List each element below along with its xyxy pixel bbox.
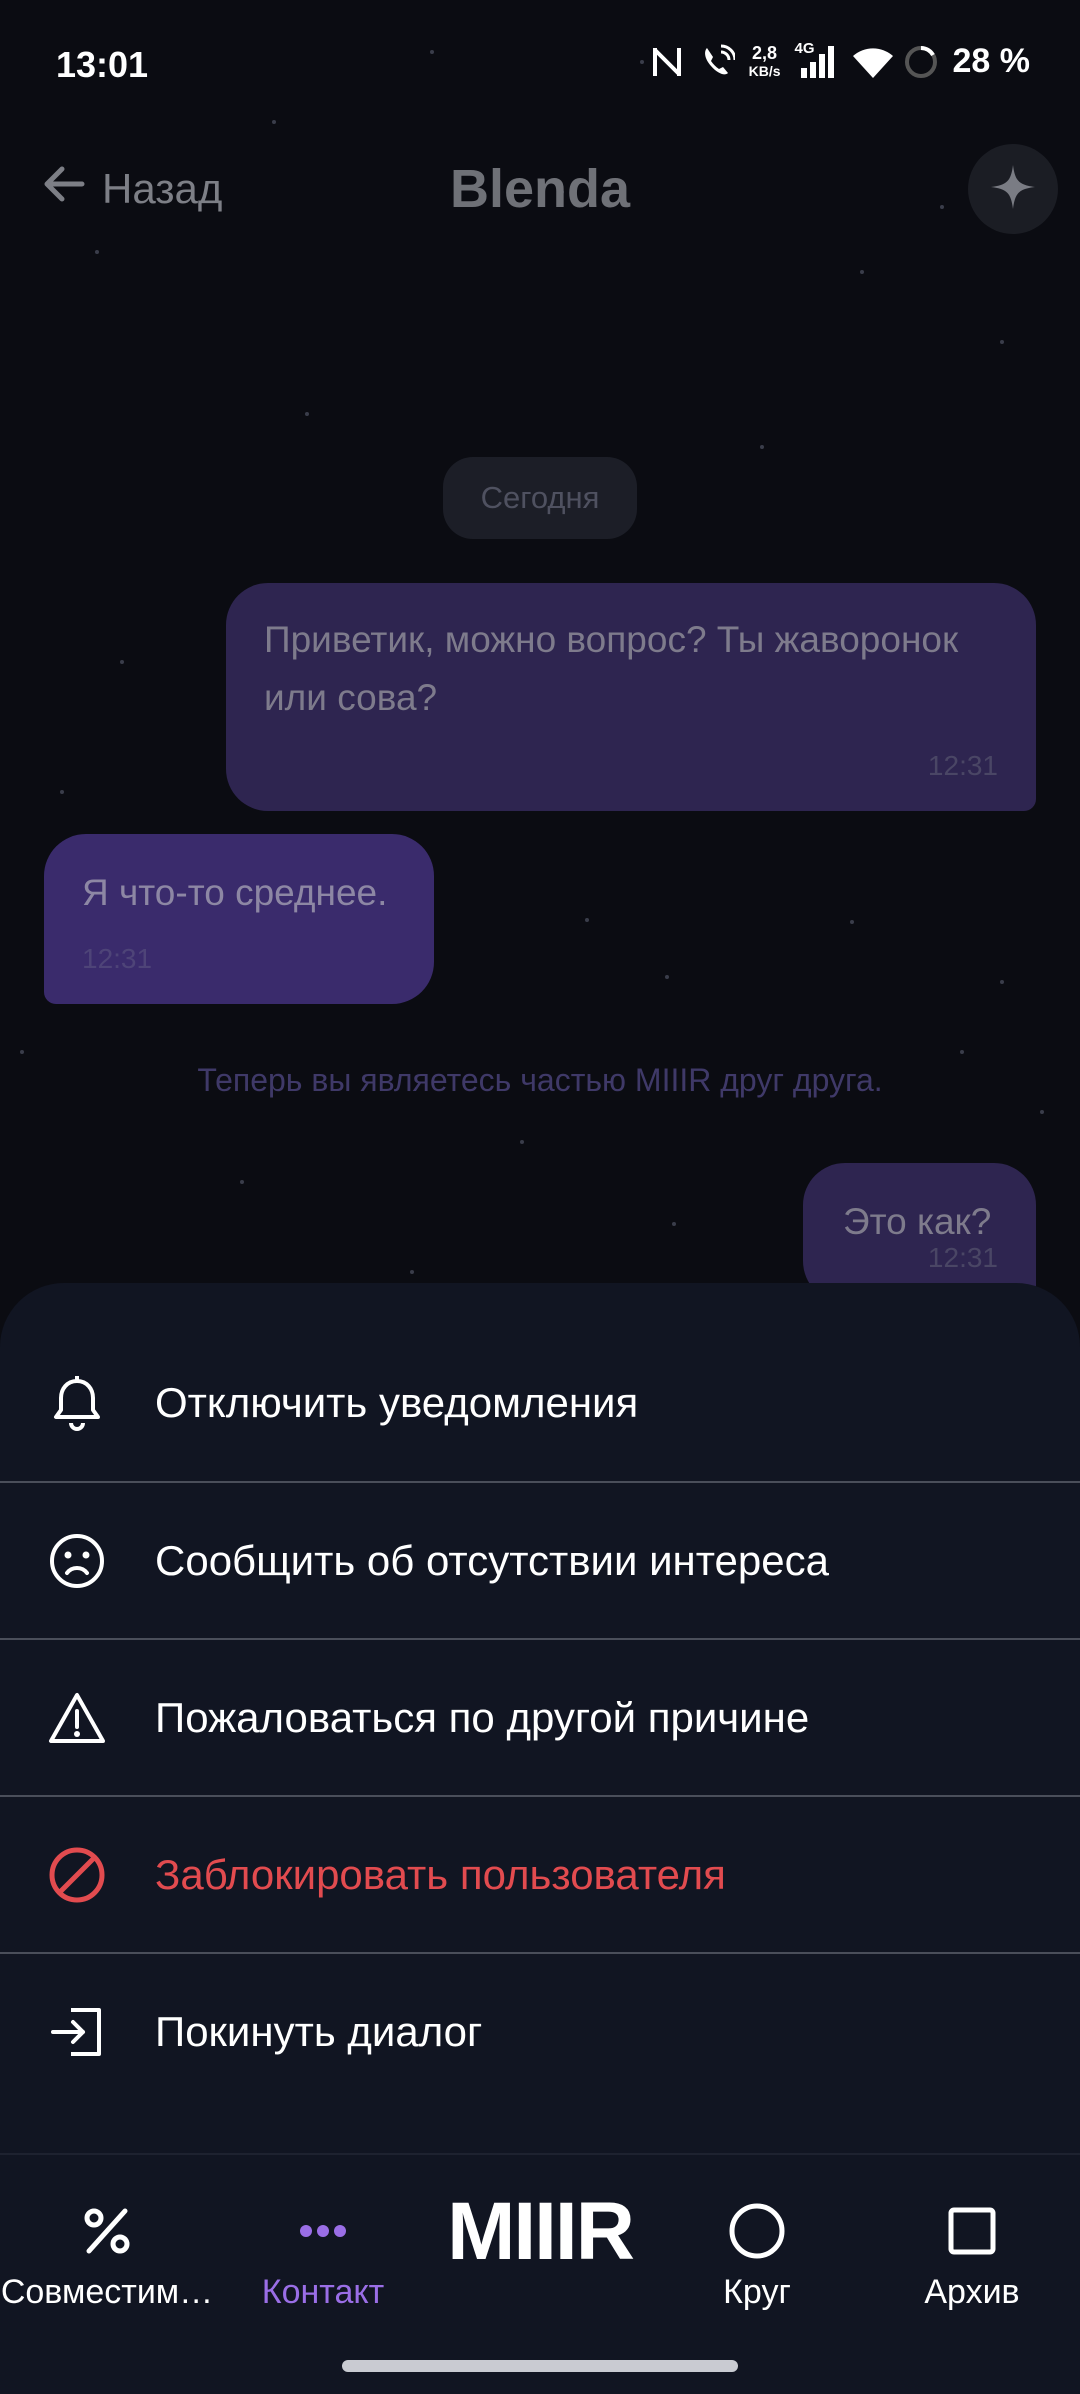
leave-dialog-item[interactable]: Покинуть диалог — [0, 1954, 1080, 2110]
message-time: 12:31 — [82, 943, 153, 974]
nav-circle[interactable]: Круг — [657, 2195, 857, 2325]
system-note: Теперь вы являетесь частью MIIIR друг др… — [197, 1062, 883, 1098]
net-speed-unit: KB/s — [748, 62, 781, 79]
warning-icon — [46, 1687, 108, 1749]
bell-icon — [46, 1372, 108, 1434]
message-time: 12:31 — [927, 750, 998, 781]
block-icon — [46, 1844, 108, 1906]
battery-ring-icon — [903, 44, 939, 80]
nav-contact[interactable]: Контакт — [223, 2195, 423, 2325]
status-icons: 2,8 KB/s 4G 28 % — [649, 40, 1031, 81]
action-sheet: Отключить уведомления Сообщить об отсутс… — [0, 1283, 1080, 2153]
battery-percent: 28 % — [952, 42, 1031, 80]
date-chip: Сегодня — [443, 457, 637, 539]
chat-title: Blenda — [449, 159, 631, 219]
sad-face-icon — [46, 1530, 108, 1592]
nav-label: Совместим… — [0, 2273, 214, 2311]
status-bar: 13:01 2,8 KB/s 4G 28 % — [0, 0, 1080, 130]
message-bubble-outgoing[interactable]: Приветик, можно вопрос? Ты жаворонок или… — [226, 583, 1036, 811]
miiir-logo[interactable]: MIIIR — [400, 2185, 680, 2279]
exit-icon — [46, 2001, 108, 2063]
nav-archive[interactable]: Архив — [872, 2195, 1072, 2325]
signal-icon: 4G — [795, 40, 839, 80]
message-time: 12:31 — [927, 1242, 998, 1273]
chat-header: Назад Blenda — [0, 130, 1080, 250]
bottom-nav: Совместим… Контакт MIIIR Круг Архив — [0, 2153, 1080, 2394]
nav-label: Контакт — [261, 2273, 385, 2311]
circle-icon — [728, 2195, 786, 2267]
message-text: Я что-то среднее. — [82, 872, 388, 913]
report-other-item[interactable]: Пожаловаться по другой причине — [0, 1640, 1080, 1796]
percent-icon — [81, 2195, 133, 2267]
nav-compatibility[interactable]: Совместим… — [1, 2195, 213, 2325]
nfc-icon — [649, 44, 685, 80]
sheet-item-label: Покинуть диалог — [155, 2008, 483, 2055]
dots-icon — [299, 2195, 347, 2267]
wifi-call-icon — [699, 44, 737, 80]
mute-notifications-item[interactable]: Отключить уведомления — [0, 1325, 1080, 1481]
block-user-item[interactable]: Заблокировать пользователя — [0, 1797, 1080, 1953]
message-bubble-incoming[interactable]: Я что-то среднее. 12:31 — [44, 834, 434, 1004]
net-speed: 2,8 KB/s — [749, 44, 781, 80]
sparkle-icon — [989, 163, 1037, 216]
sheet-item-label: Заблокировать пользователя — [155, 1851, 726, 1898]
message-bubble-outgoing[interactable]: Это как? 12:31 — [803, 1163, 1036, 1303]
message-text: Приветик, можно вопрос? Ты жаворонок или… — [264, 619, 959, 718]
sheet-item-label: Пожаловаться по другой причине — [155, 1694, 810, 1741]
nav-label: Архив — [924, 2273, 1020, 2311]
nav-label: Круг — [723, 2273, 791, 2311]
home-indicator[interactable] — [342, 2360, 738, 2372]
status-time: 13:01 — [56, 44, 149, 85]
sheet-item-label: Отключить уведомления — [155, 1379, 639, 1426]
sparkle-button[interactable] — [968, 144, 1058, 234]
wifi-icon — [852, 44, 893, 80]
square-icon — [948, 2195, 996, 2267]
report-no-interest-item[interactable]: Сообщить об отсутствии интереса — [0, 1483, 1080, 1639]
net-speed-value: 2,8 — [752, 42, 778, 63]
sheet-item-label: Сообщить об отсутствии интереса — [155, 1537, 829, 1584]
